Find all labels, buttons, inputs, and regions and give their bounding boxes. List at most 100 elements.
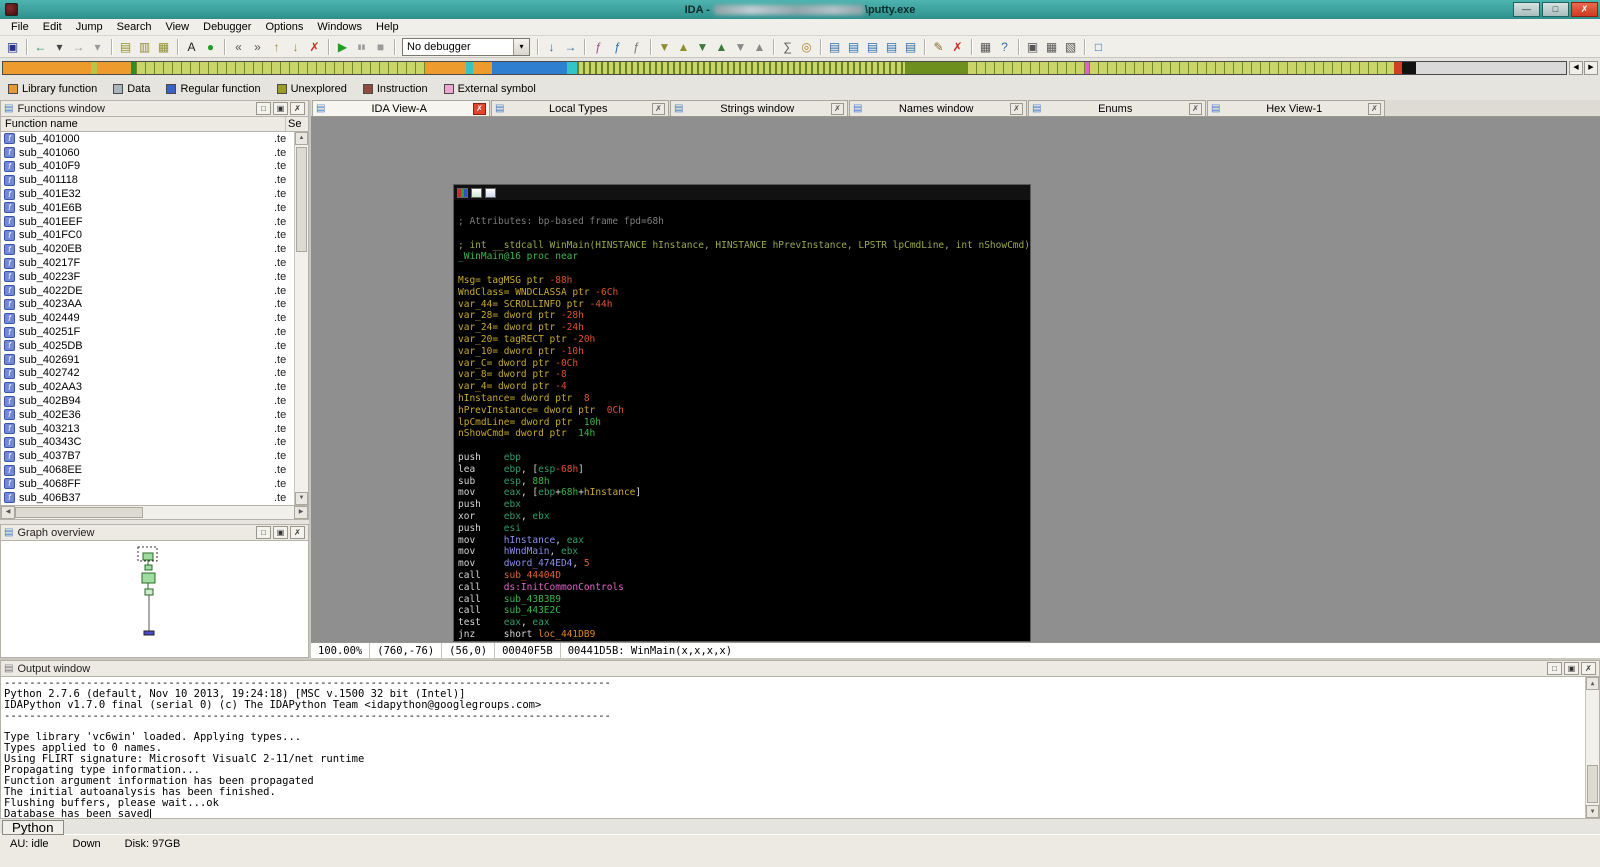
maximize-panel-button[interactable]: ▣ — [1564, 662, 1579, 675]
menu-options[interactable]: Options — [258, 20, 310, 34]
asm-line[interactable]: test eax, eax — [458, 617, 1030, 629]
navband-segment[interactable] — [1089, 62, 1394, 74]
cancel-operation-icon[interactable]: ✗ — [305, 38, 324, 56]
function-row[interactable]: f sub_401060 .te — [1, 146, 294, 160]
scroll-up-arrow[interactable]: ▲ — [295, 132, 308, 145]
close-panel-button[interactable]: ✗ — [1581, 662, 1596, 675]
functions-vertical-scrollbar[interactable]: ▲ ▼ — [294, 132, 308, 505]
menu-help[interactable]: Help — [369, 20, 406, 34]
asm-line[interactable]: call sub_43B3B9 — [458, 594, 1030, 606]
scroll-thumb[interactable] — [296, 147, 307, 252]
windows-list-icon[interactable]: ▣ — [1023, 38, 1042, 56]
asm-line[interactable]: var_C= dword ptr -0Ch — [458, 358, 1030, 370]
float-panel-button[interactable]: □ — [256, 102, 271, 115]
asm-line[interactable]: call ds:InitCommonControls — [458, 582, 1030, 594]
back-icon[interactable]: ← — [31, 38, 50, 56]
graph-overview-body[interactable] — [0, 541, 309, 658]
text-view-icon[interactable] — [485, 187, 496, 198]
create-function-icon[interactable]: ƒ — [589, 38, 608, 56]
function-row[interactable]: f sub_401E6B .te — [1, 201, 294, 215]
asm-line[interactable]: hInstance= dword ptr 8 — [458, 393, 1030, 405]
maximize-panel-button[interactable]: ▣ — [273, 102, 288, 115]
asm-line[interactable]: lea ebp, [esp-68h] — [458, 464, 1030, 476]
prev-location-icon[interactable]: ↑ — [267, 38, 286, 56]
asm-line[interactable] — [458, 263, 1030, 275]
navband-segment[interactable] — [1401, 62, 1416, 74]
asm-line[interactable]: call sub_443E2C — [458, 605, 1030, 617]
stop-debugger-icon[interactable]: ■ — [371, 38, 390, 56]
text-search-icon[interactable]: A — [182, 38, 201, 56]
asm-line[interactable]: mov dword_474ED4, 5 — [458, 558, 1030, 570]
tab-names-window[interactable]: ▤ Names window ✗ — [849, 100, 1027, 116]
navband-segment[interactable] — [967, 62, 1085, 74]
function-row[interactable]: f sub_401E32 .te — [1, 187, 294, 201]
close-panel-button[interactable]: ✗ — [290, 102, 305, 115]
save-icon[interactable]: ▣ — [3, 38, 22, 56]
navigation-band[interactable] — [2, 61, 1567, 75]
menu-file[interactable]: File — [4, 20, 36, 34]
forward-history-dropdown-icon[interactable]: ▾ — [88, 38, 107, 56]
menu-edit[interactable]: Edit — [36, 20, 69, 34]
column-segment[interactable]: Se — [286, 117, 308, 131]
function-row[interactable]: f sub_401EEF .te — [1, 215, 294, 229]
step-into-icon[interactable]: ↓ — [542, 38, 561, 56]
navband-segment[interactable] — [465, 62, 474, 74]
scroll-thumb[interactable] — [15, 507, 143, 518]
pause-debugger-icon[interactable]: ▮▮ — [352, 38, 371, 56]
close-button[interactable]: ✗ — [1571, 2, 1598, 17]
back-history-dropdown-icon[interactable]: ▾ — [50, 38, 69, 56]
asm-line[interactable]: var_4= dword ptr -4 — [458, 381, 1030, 393]
function-row[interactable]: f sub_40217F .te — [1, 256, 294, 270]
tab-ida-view-a[interactable]: ▤ IDA View-A ✗ — [312, 100, 490, 116]
function-row[interactable]: f sub_403213 .te — [1, 422, 294, 436]
next-data-icon[interactable]: ▼ — [655, 38, 674, 56]
function-row[interactable]: f sub_402E36 .te — [1, 408, 294, 422]
dropdown-arrow-icon[interactable]: ▾ — [513, 38, 529, 55]
output-window-titlebar[interactable]: ▤ Output window □ ▣ ✗ — [0, 660, 1600, 677]
function-row[interactable]: f sub_401FC0 .te — [1, 229, 294, 243]
function-row[interactable]: f sub_4020EB .te — [1, 242, 294, 256]
jump-address-icon[interactable]: ▤ — [116, 38, 135, 56]
start-debugger-icon[interactable]: ▶ — [333, 38, 352, 56]
next-unexplored-icon[interactable]: ▼ — [731, 38, 750, 56]
scroll-left-arrow[interactable]: ◀ — [1, 506, 15, 519]
debugger-selector[interactable]: No debugger ▾ — [402, 37, 530, 56]
navband-right-arrow[interactable]: ▶ — [1584, 61, 1598, 75]
graph-view-icon[interactable] — [471, 187, 482, 198]
navband-segment[interactable] — [96, 62, 132, 74]
function-row[interactable]: f sub_4010F9 .te — [1, 160, 294, 174]
navband-segment[interactable] — [492, 62, 568, 74]
disassembly-window-titlebar[interactable] — [454, 185, 1030, 200]
asm-line[interactable]: Msg= tagMSG ptr -88h — [458, 275, 1030, 287]
function-row[interactable]: f sub_401000 .te — [1, 132, 294, 146]
menu-debugger[interactable]: Debugger — [196, 20, 258, 34]
navband-segment[interactable] — [3, 62, 91, 74]
asm-line[interactable]: mov hInstance, eax — [458, 535, 1030, 547]
asm-line[interactable]: ; Attributes: bp-based frame fpd=68h — [458, 216, 1030, 228]
open-functions-window-icon[interactable]: ▤ — [863, 38, 882, 56]
asm-line[interactable]: jnz short loc_441DB9 — [458, 629, 1030, 641]
asm-line[interactable]: hPrevInstance= dword ptr 0Ch — [458, 405, 1030, 417]
delete-icon[interactable]: ✗ — [948, 38, 967, 56]
tab-strings-window[interactable]: ▤ Strings window ✗ — [670, 100, 848, 116]
asm-line[interactable]: WndClass= WNDCLASSA ptr -6Ch — [458, 287, 1030, 299]
keyboard-icon[interactable]: ▦ — [976, 38, 995, 56]
scroll-down-arrow[interactable]: ▼ — [1586, 805, 1599, 818]
function-row[interactable]: f sub_4025DB .te — [1, 339, 294, 353]
minimize-button[interactable]: — — [1513, 2, 1540, 17]
navband-segment[interactable] — [1415, 62, 1566, 74]
tab-enums[interactable]: ▤ Enums ✗ — [1028, 100, 1206, 116]
asm-line[interactable]: xor ebx, ebx — [458, 511, 1030, 523]
cascade-windows-icon[interactable]: ▧ — [1061, 38, 1080, 56]
function-row[interactable]: f sub_4068FF .te — [1, 477, 294, 491]
menu-view[interactable]: View — [158, 20, 196, 34]
next-code-icon[interactable]: ▼ — [693, 38, 712, 56]
asm-line[interactable]: push ebp — [458, 452, 1030, 464]
functions-panel-titlebar[interactable]: ▤ Functions window □ ▣ ✗ — [0, 100, 309, 117]
jump-next-position-icon[interactable]: » — [248, 38, 267, 56]
maximize-panel-button[interactable]: ▣ — [273, 526, 288, 539]
app-icon[interactable] — [5, 3, 18, 16]
function-row[interactable]: f sub_402449 .te — [1, 311, 294, 325]
tab-close-icon[interactable]: ✗ — [652, 102, 665, 115]
prev-code-icon[interactable]: ▲ — [712, 38, 731, 56]
